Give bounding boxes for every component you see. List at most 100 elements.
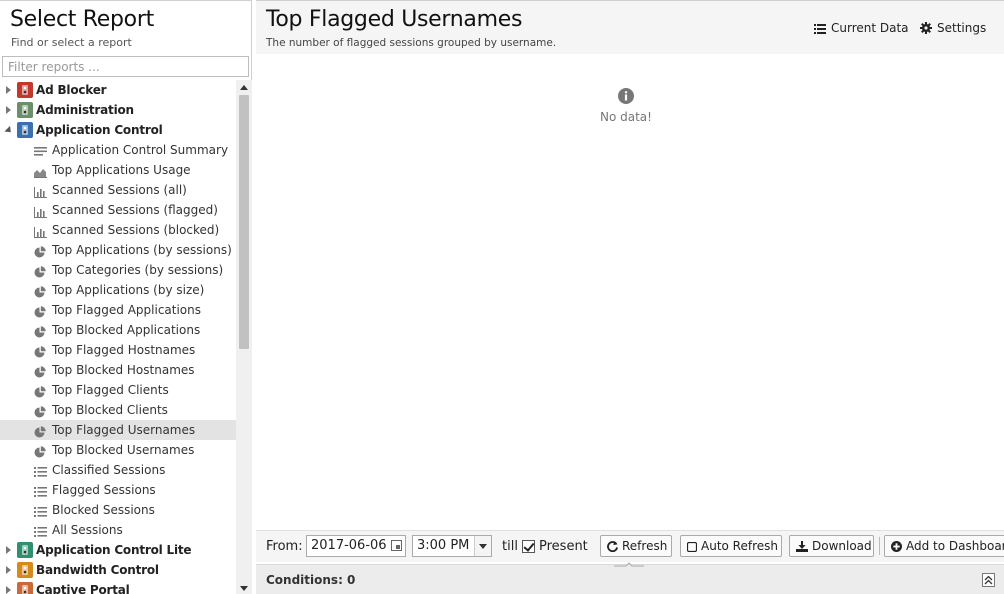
collapsed-arrow-icon[interactable] — [6, 106, 11, 114]
area-chart-icon — [34, 164, 47, 178]
collapsed-arrow-icon[interactable] — [6, 566, 11, 574]
tree-report-label: Top Flagged Usernames — [52, 423, 196, 437]
present-label: Present — [539, 539, 588, 554]
unchecked-box-icon — [686, 541, 698, 553]
pie-chart-icon — [34, 344, 47, 358]
tree-report-scanned-sessions-blocked[interactable]: Scanned Sessions (blocked) — [0, 220, 236, 240]
expanded-arrow-icon[interactable] — [4, 125, 14, 136]
tree-report-scanned-sessions-flagged[interactable]: Scanned Sessions (flagged) — [0, 200, 236, 220]
collapse-grip-icon[interactable] — [614, 562, 644, 567]
filter-reports-input[interactable] — [2, 56, 249, 77]
download-button[interactable]: Download — [789, 535, 874, 557]
scrollbar-thumb[interactable] — [239, 95, 249, 349]
scroll-down-arrow-icon[interactable] — [240, 586, 248, 591]
collapsed-arrow-icon[interactable] — [6, 546, 11, 554]
tree-report-top-blocked-clients[interactable]: Top Blocked Clients — [0, 400, 236, 420]
bandwidth-control-icon — [17, 562, 33, 578]
tree-group-label: Captive Portal — [36, 583, 130, 594]
pie-chart-icon — [34, 364, 47, 378]
start-time-select[interactable]: 3:00 PM — [412, 535, 492, 557]
tree-report-top-flagged-clients[interactable]: Top Flagged Clients — [0, 380, 236, 400]
auto-refresh-label: Auto Refresh — [701, 539, 778, 553]
add-to-dashboard-button[interactable]: Add to Dashboard — [884, 535, 1004, 557]
tree-report-scanned-sessions-all[interactable]: Scanned Sessions (all) — [0, 180, 236, 200]
tree-group-ad-blocker[interactable]: Ad Blocker — [0, 80, 236, 100]
tree-group-captive-portal[interactable]: Captive Portal — [0, 580, 236, 594]
tree-group-bandwidth-control[interactable]: Bandwidth Control — [0, 560, 236, 580]
tree-report-classified-sessions[interactable]: Classified Sessions — [0, 460, 236, 480]
calendar-icon[interactable] — [391, 540, 402, 551]
tree-report-top-categories-by-sessions[interactable]: Top Categories (by sessions) — [0, 260, 236, 280]
tree-report-top-applications-usage[interactable]: Top Applications Usage — [0, 160, 236, 180]
tree-report-top-applications-by-sessions[interactable]: Top Applications (by sessions) — [0, 240, 236, 260]
report-selector-panel: Select Report Find or select a report Ad… — [0, 0, 252, 594]
ad-blocker-icon — [17, 82, 33, 98]
tree-report-label: Top Flagged Hostnames — [52, 343, 196, 357]
download-icon — [796, 541, 808, 552]
tree-group-label: Application Control Lite — [36, 543, 192, 557]
tree-report-blocked-sessions[interactable]: Blocked Sessions — [0, 500, 236, 520]
tree-report-label: Scanned Sessions (all) — [52, 183, 187, 197]
refresh-label: Refresh — [622, 539, 668, 553]
pie-chart-icon — [34, 444, 47, 458]
conditions-bar[interactable]: Conditions: 0 — [256, 562, 1004, 594]
tree-report-label: Application Control Summary — [52, 143, 229, 157]
tree-report-top-blocked-hostnames[interactable]: Top Blocked Hostnames — [0, 360, 236, 380]
report-content-area: No data! — [256, 54, 1004, 529]
report-view-panel: Top Flagged Usernames The number of flag… — [256, 0, 1004, 594]
chevron-down-icon[interactable] — [474, 536, 491, 556]
tree-report-label: Top Blocked Usernames — [52, 443, 195, 457]
panel-subtitle: Find or select a report — [11, 36, 132, 49]
tree-report-top-flagged-usernames[interactable]: Top Flagged Usernames — [0, 420, 236, 440]
pie-chart-icon — [34, 244, 47, 258]
tree-report-all-sessions[interactable]: All Sessions — [0, 520, 236, 540]
conditions-label: Conditions: 0 — [266, 573, 356, 587]
auto-refresh-button[interactable]: Auto Refresh — [680, 535, 782, 557]
captive-portal-icon — [17, 582, 33, 594]
plus-circle-icon — [891, 541, 902, 552]
collapsed-arrow-icon[interactable] — [6, 86, 11, 94]
tree-report-label: Top Applications (by sessions) — [52, 243, 232, 257]
settings-button[interactable]: Settings — [920, 20, 986, 36]
pie-chart-icon — [34, 304, 47, 318]
no-data-text: No data! — [600, 110, 652, 124]
expand-conditions-icon[interactable] — [982, 573, 995, 587]
tree-report-top-flagged-applications[interactable]: Top Flagged Applications — [0, 300, 236, 320]
present-checkbox[interactable] — [522, 540, 535, 553]
pie-chart-icon — [34, 404, 47, 418]
text-report-icon — [34, 144, 47, 156]
gear-icon — [920, 22, 932, 34]
tree-report-label: Top Flagged Clients — [52, 383, 169, 397]
tree-scrollbar[interactable] — [236, 80, 252, 594]
tree-report-label: Top Applications Usage — [52, 163, 191, 177]
pie-chart-icon — [34, 324, 47, 338]
add-to-dashboard-label: Add to Dashboard — [906, 539, 1004, 553]
tree-report-label: Flagged Sessions — [52, 483, 156, 497]
tree-report-top-blocked-usernames[interactable]: Top Blocked Usernames — [0, 440, 236, 460]
tree-group-application-control-lite[interactable]: Application Control Lite — [0, 540, 236, 560]
collapsed-arrow-icon[interactable] — [6, 586, 11, 594]
tree-group-application-control[interactable]: Application Control — [0, 120, 236, 140]
tree-report-application-control-summary[interactable]: Application Control Summary — [0, 140, 236, 160]
tree-report-label: Top Blocked Clients — [52, 403, 168, 417]
tree-report-label: Top Applications (by size) — [52, 283, 205, 297]
current-data-button[interactable]: Current Data — [814, 20, 909, 36]
start-date-field[interactable]: 2017-06-06 — [306, 535, 406, 557]
from-label: From: — [266, 539, 303, 554]
pie-chart-icon — [34, 264, 47, 278]
tree-report-label: All Sessions — [52, 523, 123, 537]
application-control-icon — [17, 122, 33, 138]
refresh-button[interactable]: Refresh — [600, 535, 672, 557]
tree-report-label: Top Categories (by sessions) — [52, 263, 224, 277]
tree-group-administration[interactable]: Administration — [0, 100, 236, 120]
tree-report-top-blocked-applications[interactable]: Top Blocked Applications — [0, 320, 236, 340]
tree-report-label: Top Blocked Applications — [52, 323, 201, 337]
tree-group-label: Application Control — [36, 123, 163, 137]
scroll-up-arrow-icon[interactable] — [240, 85, 248, 90]
list-icon — [34, 484, 47, 497]
tree-report-label: Top Blocked Hostnames — [52, 363, 195, 377]
tree-group-label: Bandwidth Control — [36, 563, 159, 577]
tree-report-top-flagged-hostnames[interactable]: Top Flagged Hostnames — [0, 340, 236, 360]
tree-report-flagged-sessions[interactable]: Flagged Sessions — [0, 480, 236, 500]
tree-report-top-applications-by-size[interactable]: Top Applications (by size) — [0, 280, 236, 300]
